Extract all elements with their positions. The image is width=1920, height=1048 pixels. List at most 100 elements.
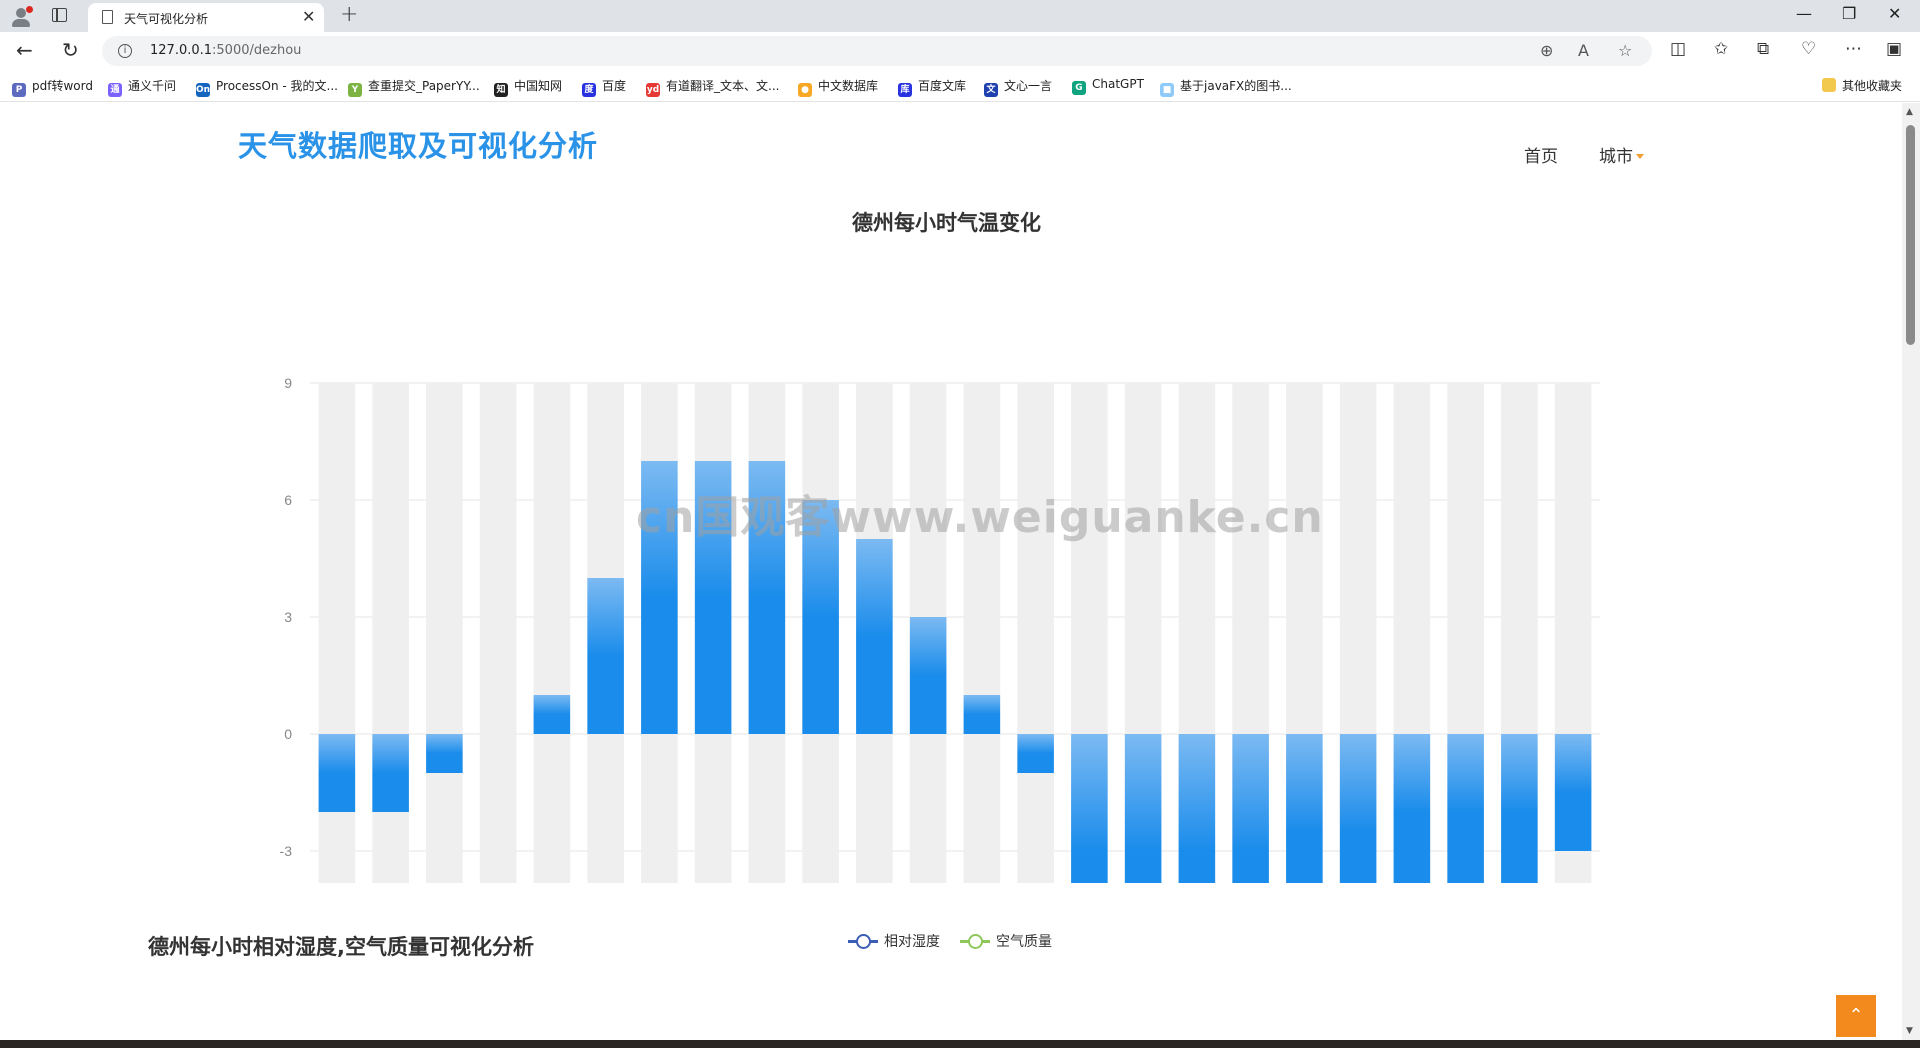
restore-icon[interactable]: ❐ bbox=[1842, 4, 1856, 23]
bookmark-item[interactable]: 度百度 bbox=[582, 77, 627, 97]
page-scrollbar[interactable]: ▲ ▼ bbox=[1902, 103, 1920, 1040]
bookmark-item[interactable]: Ppdf转word bbox=[12, 77, 93, 97]
line-legend-icon bbox=[848, 934, 878, 949]
bookmark-item[interactable]: ■ 基于javaFX的图书... bbox=[1160, 77, 1292, 97]
tab-actions-icon[interactable] bbox=[52, 8, 67, 22]
bookmark-favicon-icon: On bbox=[196, 83, 211, 97]
temperature-bar[interactable] bbox=[694, 461, 732, 734]
temperature-bar[interactable] bbox=[1286, 734, 1323, 883]
bookmark-favicon-icon: 知 bbox=[494, 83, 508, 97]
temperature-bar[interactable] bbox=[963, 695, 1001, 734]
site-info-icon[interactable]: i bbox=[118, 44, 132, 58]
new-tab-button[interactable]: + bbox=[340, 2, 358, 27]
temperature-bar[interactable] bbox=[1339, 734, 1377, 883]
scrollbar-thumb[interactable] bbox=[1906, 125, 1915, 345]
bookmark-favicon-icon: G bbox=[1072, 81, 1086, 95]
temperature-bar[interactable] bbox=[1554, 734, 1592, 851]
temperature-bar[interactable] bbox=[1447, 734, 1484, 883]
site-title[interactable]: 天气数据爬取及可视化分析 bbox=[238, 123, 598, 165]
favorites-icon[interactable]: ✩ bbox=[1714, 39, 1728, 59]
refresh-icon[interactable]: ↻ bbox=[62, 38, 79, 62]
page-viewport: 天气数据爬取及可视化分析 首页 城市 德州每小时气温变化 22212019181… bbox=[0, 103, 1920, 1040]
line-legend-icon bbox=[960, 934, 990, 949]
scroll-up-icon[interactable]: ▲ bbox=[1906, 107, 1913, 117]
bookmark-favicon-icon: ● bbox=[798, 83, 812, 97]
nav-city-label: 城市 bbox=[1599, 147, 1633, 167]
legend-item-air-quality[interactable]: 空气质量 bbox=[960, 931, 1052, 951]
bookmark-label: 百度 bbox=[602, 79, 627, 93]
y-tick-label: 9 bbox=[284, 375, 292, 391]
split-screen-icon[interactable]: ◫ bbox=[1670, 39, 1686, 59]
other-bookmarks-folder[interactable]: 其他收藏夹 bbox=[1822, 77, 1902, 95]
temperature-bar[interactable] bbox=[533, 695, 571, 734]
temperature-bar[interactable] bbox=[748, 461, 786, 734]
address-bar[interactable]: i 127.0.0.1:5000/dezhou ⊕ A ☆ bbox=[102, 36, 1652, 66]
bookmark-label: ProcessOn - 我的文... bbox=[216, 79, 338, 93]
legend-label: 空气质量 bbox=[996, 934, 1052, 950]
address-toolbar: ← ↻ i 127.0.0.1:5000/dezhou ⊕ A ☆ ◫ ✩ ⧉ … bbox=[0, 32, 1920, 70]
temperature-bar[interactable] bbox=[318, 734, 356, 812]
temperature-bar[interactable] bbox=[802, 500, 839, 734]
bookmark-favicon-icon: ■ bbox=[1160, 83, 1174, 97]
temperature-bar[interactable] bbox=[1393, 734, 1431, 883]
y-tick-label: 0 bbox=[284, 726, 292, 742]
bookmark-item[interactable]: yd 有道翻译_文本、文... bbox=[646, 77, 780, 97]
bookmark-item[interactable]: 通通义千问 bbox=[108, 77, 176, 97]
bookmark-label: 中国知网 bbox=[514, 79, 563, 93]
back-icon[interactable]: ← bbox=[16, 38, 33, 62]
bookmark-label: pdf转word bbox=[32, 79, 93, 93]
temperature-bar[interactable] bbox=[641, 461, 678, 734]
browser-essentials-icon[interactable]: ♡ bbox=[1801, 39, 1816, 59]
temperature-bar[interactable] bbox=[909, 617, 947, 734]
sidebar-icon[interactable]: ▣ bbox=[1886, 39, 1902, 59]
back-to-top-button[interactable]: ⌃ bbox=[1836, 995, 1876, 1037]
legend-item-humidity[interactable]: 相对湿度 bbox=[848, 931, 940, 951]
bookmark-label: 查重提交_PaperYY... bbox=[368, 79, 480, 93]
temperature-bar[interactable] bbox=[856, 539, 893, 734]
minimize-icon[interactable]: — bbox=[1796, 4, 1812, 23]
scroll-down-icon[interactable]: ▼ bbox=[1906, 1026, 1913, 1036]
temperature-bar[interactable] bbox=[1501, 734, 1538, 883]
read-aloud-icon[interactable]: A bbox=[1578, 41, 1589, 60]
bookmark-item[interactable]: G ChatGPT bbox=[1072, 77, 1144, 95]
humidity-aqi-section-title: 德州每小时相对湿度,空气质量可视化分析 bbox=[148, 935, 534, 959]
more-menu-icon[interactable]: ⋯ bbox=[1845, 39, 1862, 59]
bookmark-item[interactable]: 库百度文库 bbox=[898, 77, 966, 97]
page-icon bbox=[102, 10, 113, 24]
bar-background bbox=[479, 383, 517, 883]
bar-background bbox=[426, 383, 463, 883]
bookmark-favicon-icon: 通 bbox=[108, 83, 122, 97]
zoom-icon[interactable]: ⊕ bbox=[1540, 41, 1553, 60]
bookmark-item[interactable]: 知中国知网 bbox=[494, 77, 563, 97]
temperature-bar[interactable] bbox=[1071, 734, 1108, 883]
other-bookmarks-label: 其他收藏夹 bbox=[1842, 79, 1903, 93]
bookmark-item[interactable]: On ProcessOn - 我的文... bbox=[196, 77, 338, 97]
nav-home-link[interactable]: 首页 bbox=[1524, 142, 1558, 167]
active-tab[interactable]: 天气可视化分析 ✕ bbox=[88, 3, 324, 32]
bookmark-favicon-icon: yd bbox=[646, 83, 660, 97]
temperature-bar[interactable] bbox=[1232, 734, 1269, 883]
temperature-bar[interactable] bbox=[587, 578, 624, 734]
url-text[interactable]: 127.0.0.1:5000/dezhou bbox=[150, 43, 301, 58]
temperature-bar[interactable] bbox=[1017, 734, 1054, 773]
bookmark-label: 基于javaFX的图书... bbox=[1180, 79, 1292, 93]
temperature-bar[interactable] bbox=[1178, 734, 1216, 883]
legend-label: 相对湿度 bbox=[884, 934, 940, 950]
bookmark-item[interactable]: Y 查重提交_PaperYY... bbox=[348, 77, 480, 97]
temperature-bar[interactable] bbox=[1124, 734, 1162, 883]
profile-icon[interactable] bbox=[10, 6, 34, 28]
bookmark-label: ChatGPT bbox=[1092, 77, 1144, 91]
temperature-bar[interactable] bbox=[372, 734, 409, 812]
temperature-bar[interactable] bbox=[426, 734, 463, 773]
bookmark-item[interactable]: 文文心一言 bbox=[984, 77, 1053, 97]
collections-icon[interactable]: ⧉ bbox=[1757, 39, 1769, 59]
nav-city-dropdown[interactable]: 城市 bbox=[1599, 142, 1644, 167]
close-window-icon[interactable]: ✕ bbox=[1888, 4, 1901, 23]
bookmark-item[interactable]: ● 中文数据库 bbox=[798, 77, 878, 97]
os-taskbar bbox=[0, 1040, 1920, 1048]
close-tab-icon[interactable]: ✕ bbox=[302, 7, 315, 26]
bookmark-label: 有道翻译_文本、文... bbox=[666, 79, 780, 93]
bookmark-label: 文心一言 bbox=[1004, 79, 1053, 93]
favorite-star-icon[interactable]: ☆ bbox=[1618, 41, 1632, 60]
browser-tab-strip: 天气可视化分析 ✕ + — ❐ ✕ bbox=[0, 0, 1920, 32]
